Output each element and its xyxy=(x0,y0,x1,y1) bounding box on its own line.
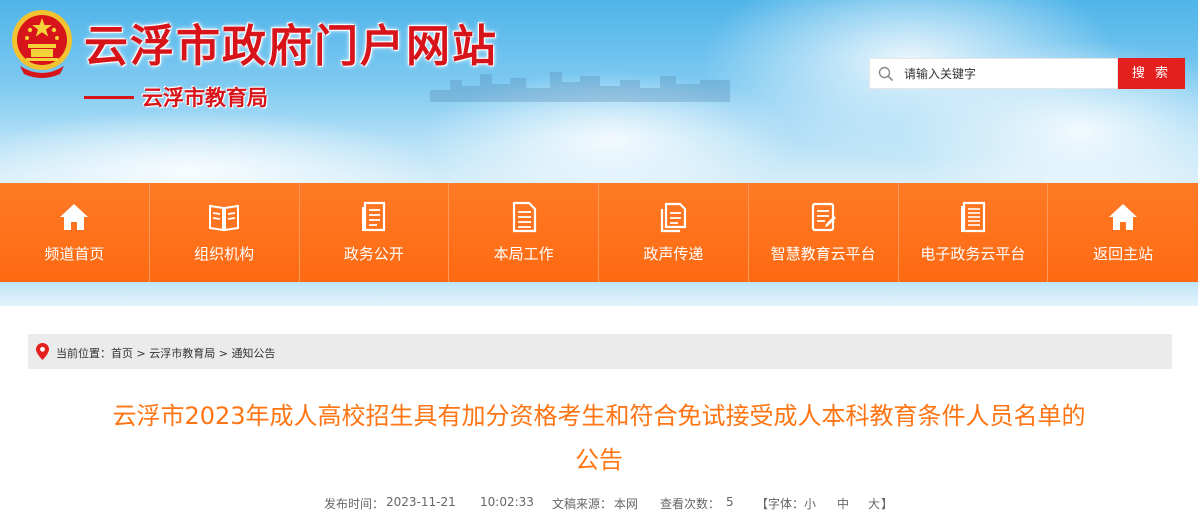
nav-item-label: 频道首页 xyxy=(44,245,105,263)
book-icon xyxy=(209,204,240,232)
nav-item-organization[interactable]: 组织机构 xyxy=(150,183,300,282)
nav-item-label: 智慧教育云平台 xyxy=(770,245,876,263)
breadcrumb-text: 当前位置：首页 > 云浮市教育局 > 通知公告 xyxy=(56,345,275,361)
banner-cloud xyxy=(0,110,440,183)
subtitle-dash xyxy=(84,96,134,99)
breadcrumb-link-home[interactable]: 首页 xyxy=(111,347,133,360)
nav-item-bureau-work[interactable]: 本局工作 xyxy=(449,183,599,282)
font-size-large-button[interactable]: 大 xyxy=(868,495,880,512)
nav-bottom-strip xyxy=(0,282,1198,306)
search-icon xyxy=(878,66,894,82)
nav-item-label: 电子政务云平台 xyxy=(920,245,1026,263)
nav-item-smart-education-cloud[interactable]: 智慧教育云平台 xyxy=(749,183,899,282)
article-meta: 发布时间： 2023-11-21 10:02:33 文稿来源： 本网 查看次数：… xyxy=(0,495,1198,513)
breadcrumb-separator: > xyxy=(133,347,150,360)
article-title-line: 云浮市2023年成人高校招生具有加分资格考生和符合免试接受成人本科教育条件人员名… xyxy=(112,402,1086,430)
home-icon xyxy=(60,204,89,230)
location-pin-icon xyxy=(36,343,49,360)
header-banner: 云浮市政府门户网站 云浮市教育局 搜 索 xyxy=(0,0,1198,183)
breadcrumb-prefix: 当前位置： xyxy=(56,347,111,360)
document-icon xyxy=(361,201,385,232)
nav-item-label: 组织机构 xyxy=(194,245,255,263)
publish-date: 2023-11-21 xyxy=(386,495,456,509)
nav-item-channel-home[interactable]: 频道首页 xyxy=(0,183,150,282)
breadcrumb: 当前位置：首页 > 云浮市教育局 > 通知公告 xyxy=(28,334,1172,369)
breadcrumb-link-bureau[interactable]: 云浮市教育局 xyxy=(149,347,215,360)
file-list-icon xyxy=(512,201,536,233)
nav-item-label: 本局工作 xyxy=(493,245,554,263)
notepad-icon xyxy=(812,202,837,232)
views-label: 查看次数： xyxy=(660,497,721,511)
views-count: 5 xyxy=(726,495,734,509)
article-title-line: 公告 xyxy=(575,446,623,474)
source-label: 文稿来源： xyxy=(552,497,613,511)
nav-item-policy-voice[interactable]: 政声传递 xyxy=(599,183,749,282)
font-size-label: 【字体： xyxy=(756,497,805,511)
nav-item-government-affairs[interactable]: 政务公开 xyxy=(300,183,450,282)
font-size-close-bracket: 】 xyxy=(881,497,894,511)
site-title: 云浮市政府门户网站 xyxy=(84,21,498,72)
search-button[interactable]: 搜 索 xyxy=(1118,58,1185,89)
nav-item-return-main-site[interactable]: 返回主站 xyxy=(1048,183,1198,282)
breadcrumb-link-notices[interactable]: 通知公告 xyxy=(231,347,275,360)
main-nav: 频道首页 组织机构 政务公开 本局工作 政声传递 智慧教育云平台 电子政务云平台… xyxy=(0,183,1198,282)
publish-label: 发布时间： xyxy=(324,497,385,511)
font-size-medium-button[interactable]: 中 xyxy=(837,495,849,512)
search-input[interactable] xyxy=(904,59,1114,88)
source-value: 本网 xyxy=(614,497,639,511)
nav-item-e-government-cloud[interactable]: 电子政务云平台 xyxy=(899,183,1049,282)
breadcrumb-separator: > xyxy=(215,347,232,360)
font-size-small-button[interactable]: 小 xyxy=(804,495,816,512)
national-emblem-logo xyxy=(12,10,72,78)
nav-item-label: 返回主站 xyxy=(1093,245,1154,263)
nav-item-label: 政务公开 xyxy=(343,245,404,263)
lined-doc-icon xyxy=(960,201,985,233)
article-title: 云浮市2023年成人高校招生具有加分资格考生和符合免试接受成人本科教育条件人员名… xyxy=(20,394,1178,482)
publish-time: 10:02:33 xyxy=(480,495,534,509)
search-box xyxy=(869,58,1118,89)
department-subtitle: 云浮市教育局 xyxy=(142,86,268,110)
nav-item-label: 政声传递 xyxy=(643,245,704,263)
copy-doc-icon xyxy=(661,202,687,233)
home-icon xyxy=(1109,204,1138,230)
